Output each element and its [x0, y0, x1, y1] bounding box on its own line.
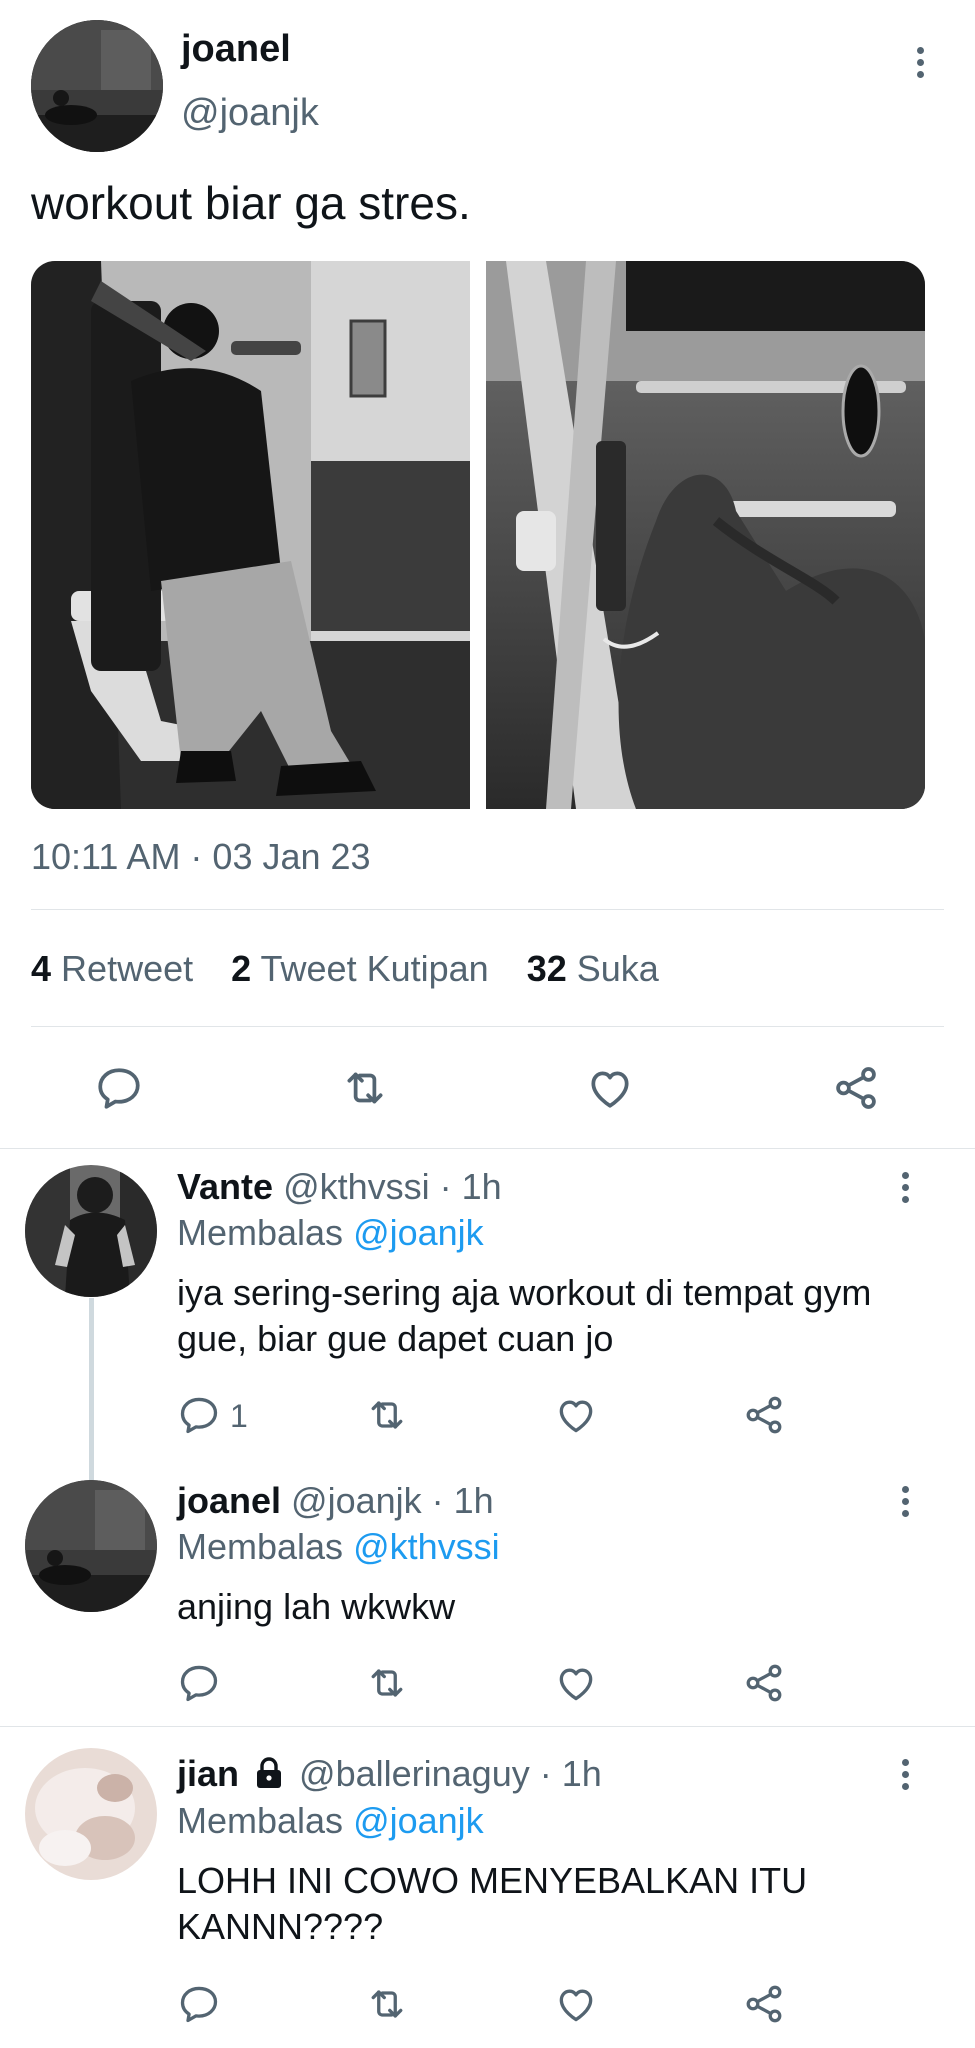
reply-author-handle[interactable]: @joanjk	[291, 1480, 422, 1521]
divider	[31, 909, 944, 910]
share-icon[interactable]	[742, 1661, 786, 1705]
tweet-timestamp[interactable]: 10:11 AM · 03 Jan 23	[31, 836, 371, 878]
replying-label: Membalas	[177, 1800, 344, 1841]
likes-count: 32	[526, 948, 567, 989]
tweet-photo-2[interactable]	[486, 261, 925, 809]
retweet-icon[interactable]	[365, 1661, 409, 1705]
reply-text: LOHH INI COWO MENYEBALKAN ITU KANNN????	[177, 1860, 808, 1947]
author-handle[interactable]: @joanjk	[181, 92, 319, 135]
replying-to: Membalas @kthvssi	[177, 1527, 500, 1567]
author-avatar[interactable]	[31, 20, 163, 152]
stats-row: 4 Retweet 2 Tweet Kutipan 32 Suka	[31, 948, 659, 990]
more-vertical-icon[interactable]	[917, 47, 924, 78]
reply-text: iya sering-sering aja workout di tempat …	[177, 1272, 872, 1359]
replying-to: Membalas @joanjk	[177, 1801, 484, 1841]
retweets-label: Retweet	[61, 948, 194, 989]
author-name[interactable]: joanel	[181, 28, 291, 71]
reply-icon[interactable]	[177, 1982, 221, 2026]
share-icon[interactable]	[831, 1063, 881, 1113]
reply-header: joanel @joanjk · 1h	[177, 1481, 494, 1521]
divider	[0, 1726, 975, 1727]
likes-stat[interactable]: 32 Suka	[527, 948, 659, 989]
heart-icon[interactable]	[554, 1393, 598, 1437]
thread-line	[89, 1298, 94, 1480]
share-icon[interactable]	[742, 1393, 786, 1437]
quotes-stat[interactable]: 2 Tweet Kutipan	[231, 948, 499, 989]
reply-time[interactable]: · 1h	[440, 1166, 502, 1207]
more-vertical-icon[interactable]	[902, 1486, 909, 1517]
retweet-icon[interactable]	[365, 1982, 409, 2026]
reply-avatar[interactable]	[25, 1480, 157, 1612]
replying-to-link[interactable]: @kthvssi	[353, 1526, 500, 1567]
retweets-count: 4	[31, 948, 52, 989]
reply-header: Vante @kthvssi · 1h	[177, 1167, 502, 1207]
reply-avatar[interactable]	[25, 1165, 157, 1297]
reply-author-name[interactable]: jian	[177, 1753, 239, 1794]
reply-time[interactable]: · 1h	[540, 1753, 602, 1794]
more-vertical-icon[interactable]	[902, 1759, 909, 1790]
reply-author-name[interactable]: Vante	[177, 1166, 273, 1207]
reply-icon[interactable]	[177, 1661, 221, 1705]
replying-label: Membalas	[177, 1212, 344, 1253]
replying-label: Membalas	[177, 1526, 344, 1567]
reply-author-handle[interactable]: @ballerinaguy	[299, 1753, 530, 1794]
reply-count: 1	[230, 1398, 248, 1434]
likes-label: Suka	[576, 948, 659, 989]
reply-avatar[interactable]	[25, 1748, 157, 1880]
quotes-label: Tweet Kutipan	[260, 948, 489, 989]
reply-author-name[interactable]: joanel	[177, 1480, 281, 1521]
reply-icon[interactable]	[94, 1063, 144, 1113]
reply-header: jian @ballerinaguy · 1h	[177, 1754, 602, 1798]
retweet-icon[interactable]	[340, 1063, 390, 1113]
quotes-count: 2	[231, 948, 252, 989]
more-vertical-icon[interactable]	[902, 1172, 909, 1203]
reply-text: anjing lah wkwkw	[177, 1586, 456, 1627]
heart-icon[interactable]	[554, 1982, 598, 2026]
retweets-stat[interactable]: 4 Retweet	[31, 948, 203, 989]
divider	[0, 1148, 975, 1149]
reply-icon[interactable]	[177, 1393, 221, 1437]
reply-author-handle[interactable]: @kthvssi	[283, 1166, 430, 1207]
lock-icon	[253, 1756, 285, 1798]
divider	[31, 1026, 944, 1027]
heart-icon[interactable]	[554, 1661, 598, 1705]
replying-to-link[interactable]: @joanjk	[353, 1212, 484, 1253]
tweet-photo-1[interactable]	[31, 261, 470, 809]
replying-to: Membalas @joanjk	[177, 1213, 484, 1253]
reply-time[interactable]: · 1h	[432, 1480, 494, 1521]
heart-icon[interactable]	[585, 1063, 635, 1113]
share-icon[interactable]	[742, 1982, 786, 2026]
retweet-icon[interactable]	[365, 1393, 409, 1437]
replying-to-link[interactable]: @joanjk	[353, 1800, 484, 1841]
tweet-text: workout biar ga stres.	[31, 177, 471, 229]
